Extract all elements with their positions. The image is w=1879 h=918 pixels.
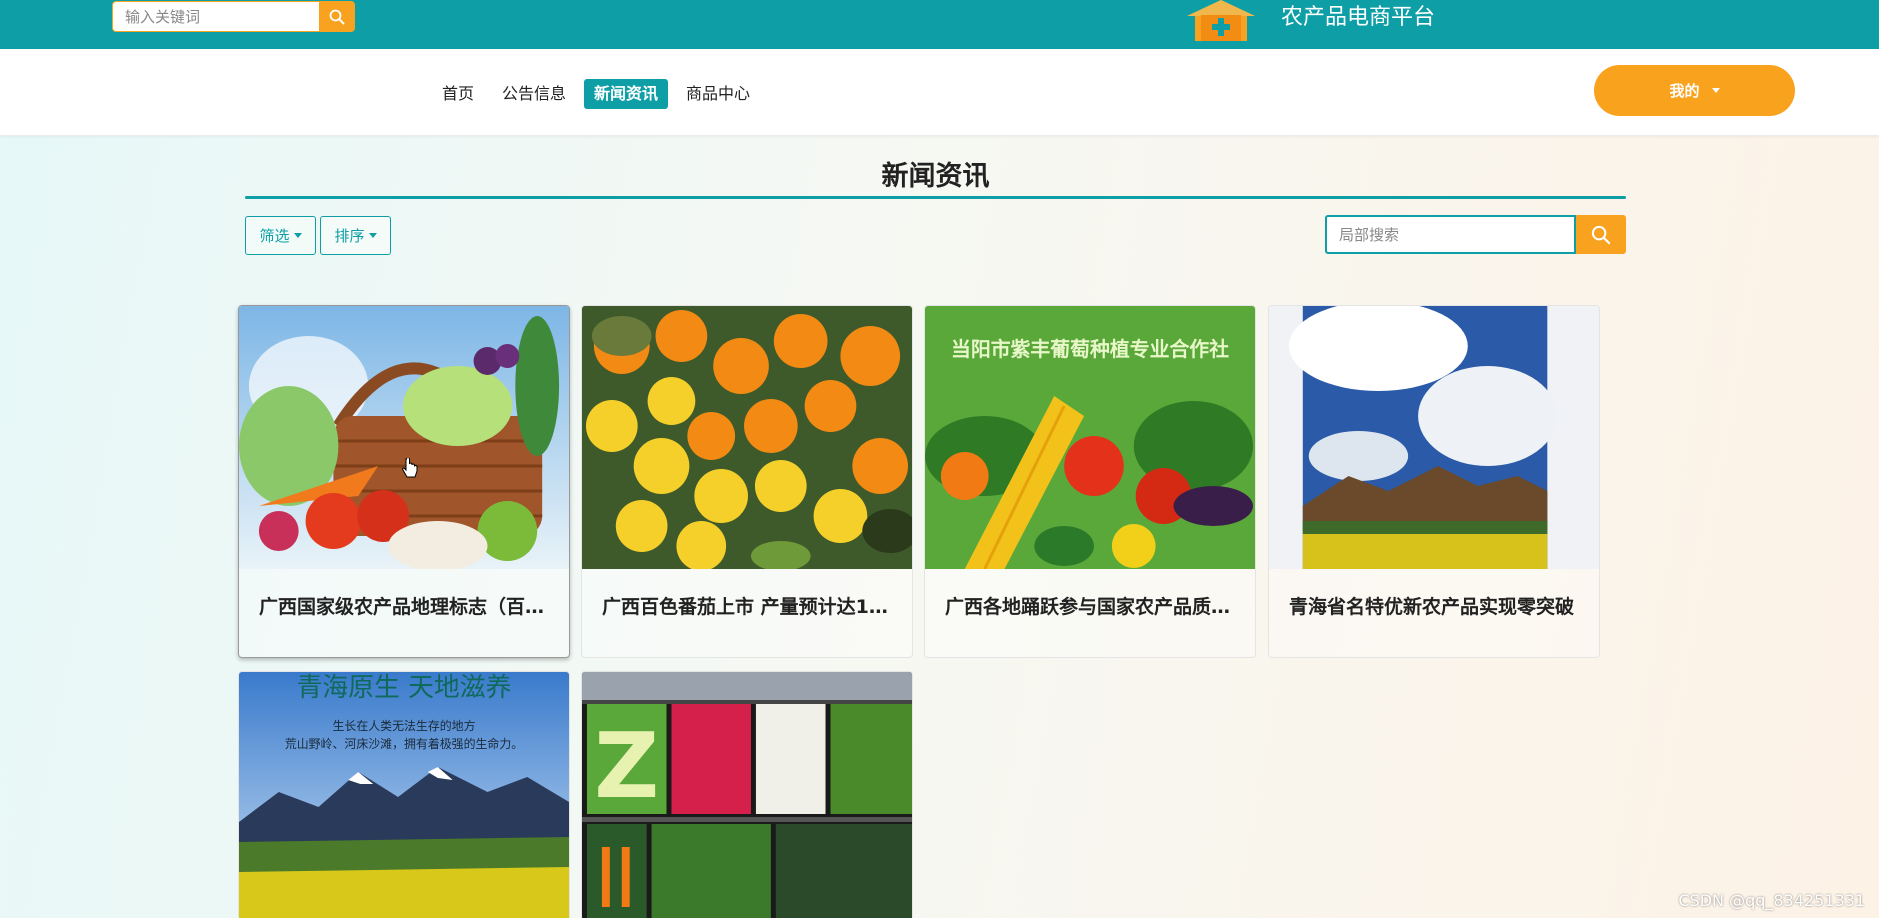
title-divider (245, 196, 1626, 199)
search-icon (1591, 225, 1611, 244)
sort-dropdown-button[interactable]: 排序 (320, 216, 391, 255)
my-account-button[interactable]: 我的 (1594, 65, 1795, 116)
news-card[interactable]: 青海省名特优新农产品实现零突破 (1268, 305, 1600, 658)
sort-label: 排序 (334, 227, 365, 245)
news-card[interactable]: 青海原生 天地滋养 生长在人类无法生存的地方 荒山野岭、河床沙滩，拥有着极强的生… (238, 671, 570, 918)
caret-down-icon (293, 233, 302, 238)
platform-logo-icon[interactable] (1181, 0, 1261, 41)
news-title: 广西各地踊跃参与国家农产品质量安全县创建 (945, 596, 1237, 618)
filter-dropdown-button[interactable]: 筛选 (245, 216, 316, 255)
my-account-label: 我的 (1669, 82, 1700, 100)
vegetable-basket-image (239, 306, 569, 569)
search-icon (329, 9, 345, 24)
poster-title: 青海原生 天地滋养 (297, 673, 512, 703)
cooperative-banner-text: 当阳市紫丰葡萄种植专业合作社 (951, 337, 1229, 361)
news-card[interactable]: Z (581, 671, 913, 918)
hand-cursor-icon (402, 458, 418, 478)
filter-label: 筛选 (259, 227, 290, 245)
local-search (1325, 215, 1626, 254)
keyword-search-input[interactable] (112, 1, 319, 32)
corn-vegetables-image: 当阳市紫丰葡萄种植专业合作社 (925, 306, 1255, 569)
keyword-search (112, 1, 355, 32)
nav-item-home[interactable]: 首页 (432, 79, 484, 109)
news-title: 广西国家级农产品地理标志（百色番茄） (259, 596, 551, 618)
poster-line-1: 生长在人类无法生存的地方 (332, 718, 475, 733)
nav-item-announcements[interactable]: 公告信息 (492, 79, 576, 109)
top-header-bar: 农产品电商平台 (0, 0, 1879, 49)
news-card[interactable]: 当阳市紫丰葡萄种植专业合作社 广西各地踊跃参与国家农产品质量安全县创建 (924, 305, 1256, 658)
supermarket-produce-image: Z (582, 672, 912, 918)
citrus-fruits-image (582, 306, 912, 569)
news-title: 广西百色番茄上市 产量预计达10万吨 (602, 596, 894, 618)
caret-down-icon (1711, 88, 1720, 93)
nav-item-news[interactable]: 新闻资讯 (584, 79, 669, 109)
caret-down-icon (368, 233, 377, 238)
poster-line-2: 荒山野岭、河床沙滩，拥有着极强的生命力。 (285, 736, 523, 751)
nav-menu: 首页 公告信息 新闻资讯 商品中心 (432, 79, 768, 109)
keyword-search-button[interactable] (319, 1, 355, 32)
nav-item-products[interactable]: 商品中心 (676, 79, 760, 109)
qinghai-poster-image: 青海原生 天地滋养 生长在人类无法生存的地方 荒山野岭、河床沙滩，拥有着极强的生… (239, 672, 569, 918)
main-navigation-bar: 首页 公告信息 新闻资讯 商品中心 我的 (0, 49, 1879, 136)
local-search-input[interactable] (1325, 215, 1576, 254)
page-title: 新闻资讯 (881, 161, 990, 192)
site-title: 农产品电商平台 (1281, 5, 1436, 30)
mountain-sky-image (1269, 306, 1599, 569)
news-card[interactable]: 广西百色番茄上市 产量预计达10万吨 (581, 305, 913, 658)
csdn-watermark: CSDN @qq_834251331 (1678, 891, 1865, 910)
local-search-button[interactable] (1576, 215, 1626, 254)
svg-text:Z: Z (594, 715, 659, 819)
news-title: 青海省名特优新农产品实现零突破 (1289, 596, 1575, 618)
